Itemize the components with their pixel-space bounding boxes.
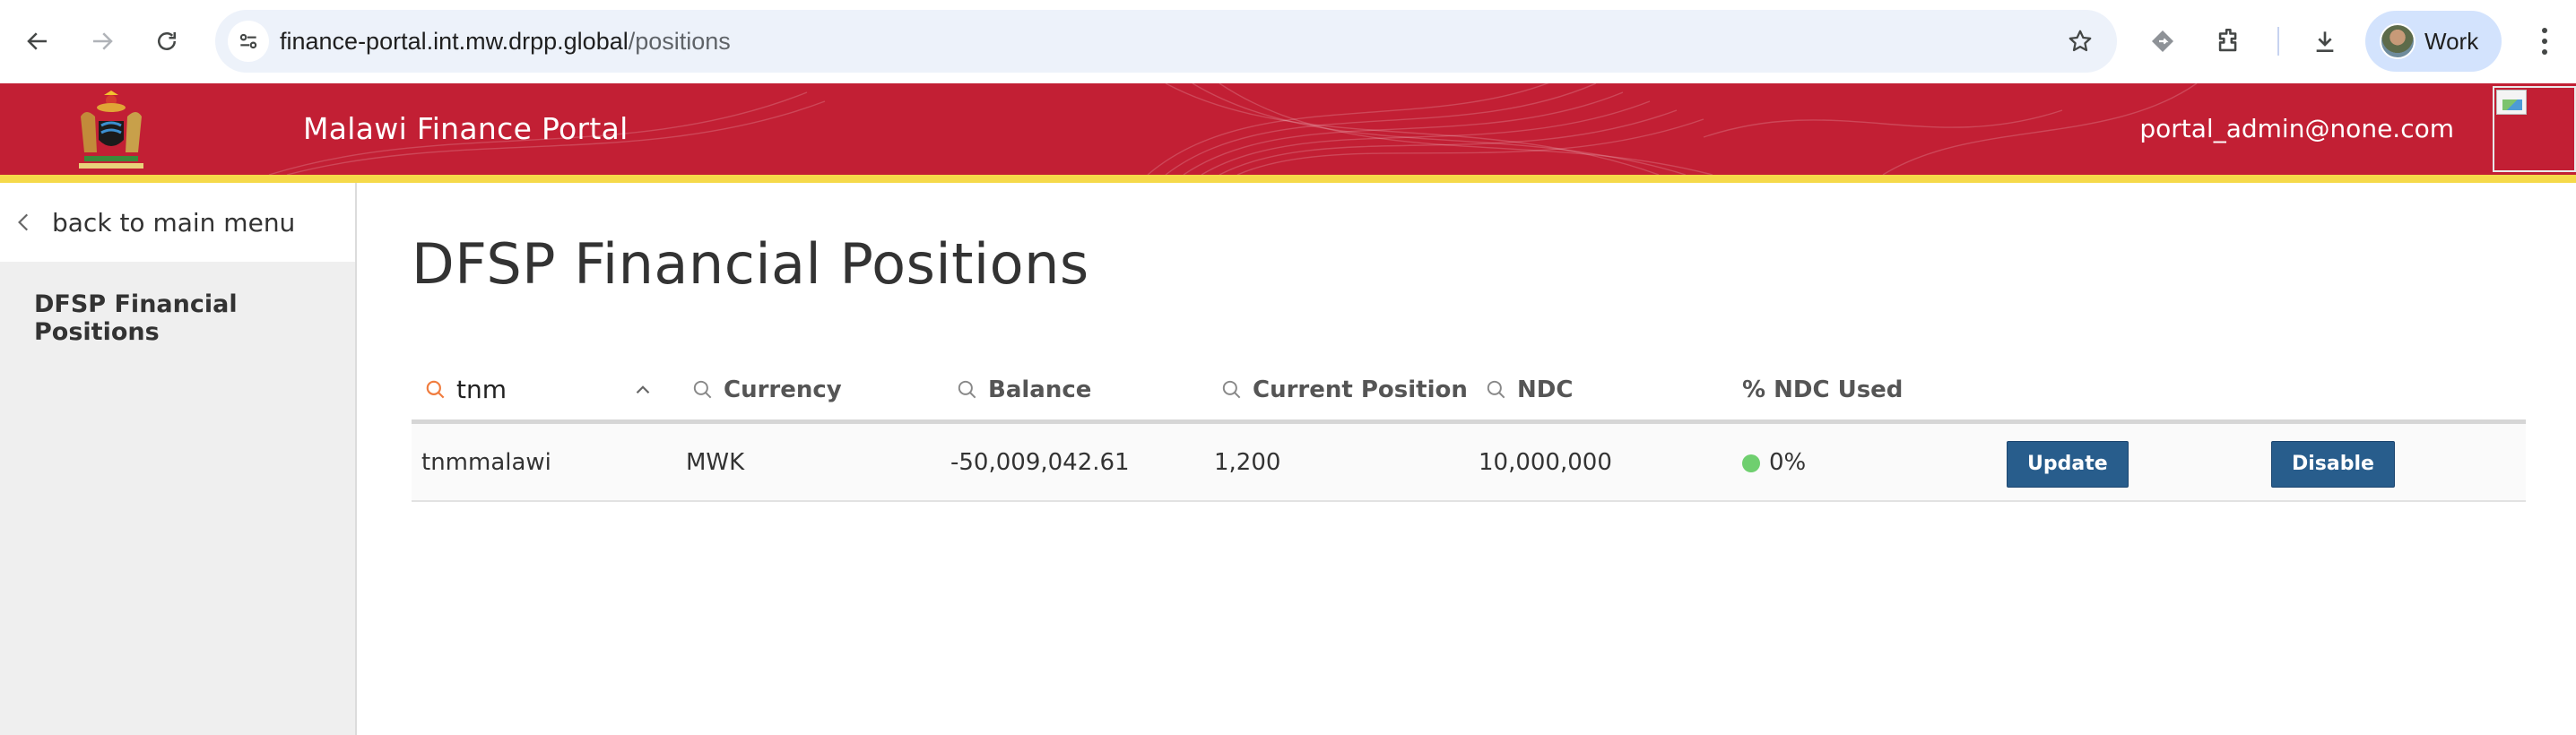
url-path: /positions: [628, 28, 731, 55]
tune-icon: [239, 33, 257, 49]
column-label: Current Position: [1253, 376, 1468, 403]
column-label: NDC: [1517, 376, 1574, 403]
portal-title: Malawi Finance Portal: [303, 111, 629, 146]
dfsp-search-column[interactable]: [412, 355, 676, 428]
positions-table: Currency Balance Current Position NDC % …: [412, 355, 2526, 502]
column-header-ndc-used: % NDC Used: [1742, 355, 1903, 424]
cell-currency: MWK: [686, 449, 745, 476]
sidebar-item-dfsp-financial-positions[interactable]: DFSP Financial Positions: [34, 290, 355, 346]
bookmark-star-icon[interactable]: [2067, 28, 2094, 55]
arrow-left-icon: [27, 32, 47, 50]
back-link-label: back to main menu: [52, 207, 296, 238]
cell-ndc-used: 0%: [1742, 424, 1806, 502]
sidebar: back to main menu DFSP Financial Positio…: [0, 183, 357, 735]
back-to-main-menu-link[interactable]: back to main menu: [0, 183, 355, 262]
download-icon[interactable]: [2307, 23, 2343, 59]
table-row: tnmmalawi MWK -50,009,042.61 1,200 10,00…: [412, 424, 2526, 502]
header-stripe: [0, 175, 2576, 183]
forward-button[interactable]: [77, 16, 127, 66]
arrow-right-icon: [93, 32, 113, 50]
search-icon: [1222, 380, 1241, 398]
sort-ascending-icon[interactable]: [631, 378, 655, 402]
table-body: tnmmalawi MWK -50,009,042.61 1,200 10,00…: [412, 424, 2526, 502]
search-icon: [426, 380, 445, 398]
reload-button[interactable]: [142, 16, 192, 66]
back-button[interactable]: [13, 16, 63, 66]
browser-toolbar: finance-portal.int.mw.drpp.global/positi…: [0, 0, 2576, 83]
table-header: Currency Balance Current Position NDC % …: [412, 355, 2526, 428]
cell-dfsp: tnmmalawi: [421, 449, 551, 476]
column-header-currency[interactable]: Currency: [691, 355, 842, 424]
search-icon: [1487, 380, 1505, 398]
toolbar-divider: [2277, 27, 2279, 56]
column-header-ndc[interactable]: NDC: [1485, 355, 1573, 424]
page-title: DFSP Financial Positions: [412, 231, 1089, 297]
profile-button[interactable]: Work: [2365, 11, 2502, 72]
broken-image-icon: [2493, 86, 2576, 172]
coat-of-arms-logo: [79, 91, 143, 169]
address-bar[interactable]: finance-portal.int.mw.drpp.global/positi…: [215, 10, 2117, 73]
column-label: % NDC Used: [1742, 376, 1904, 403]
url-host: finance-portal.int.mw.drpp.global: [280, 28, 629, 55]
url-text: finance-portal.int.mw.drpp.global/positi…: [280, 10, 731, 73]
search-icon: [958, 380, 976, 398]
cell-balance: -50,009,042.61: [950, 449, 1130, 476]
browser-menu-icon[interactable]: [2528, 22, 2561, 61]
chevron-left-icon: [18, 213, 29, 231]
column-label: Currency: [724, 376, 842, 403]
extensions-icon[interactable]: [2211, 23, 2247, 59]
search-icon: [693, 380, 712, 398]
disable-button[interactable]: Disable: [2271, 441, 2395, 488]
avatar: [2380, 23, 2416, 59]
reload-icon: [158, 32, 176, 50]
user-email[interactable]: portal_admin@none.com: [2139, 83, 2454, 175]
profile-label: Work: [2424, 28, 2479, 55]
dfsp-search-input[interactable]: [456, 375, 618, 404]
column-header-current-position[interactable]: Current Position: [1220, 355, 1468, 424]
cell-current-position: 1,200: [1214, 449, 1281, 476]
extension-puzzle-diamond-icon[interactable]: [2145, 23, 2181, 59]
status-dot-icon: [1742, 454, 1760, 472]
cell-ndc: 10,000,000: [1479, 449, 1612, 476]
ndc-used-value: 0%: [1769, 449, 1807, 476]
column-header-balance[interactable]: Balance: [956, 355, 1091, 424]
site-info-button[interactable]: [228, 21, 269, 62]
column-label: Balance: [988, 376, 1092, 403]
update-button[interactable]: Update: [2007, 441, 2129, 488]
